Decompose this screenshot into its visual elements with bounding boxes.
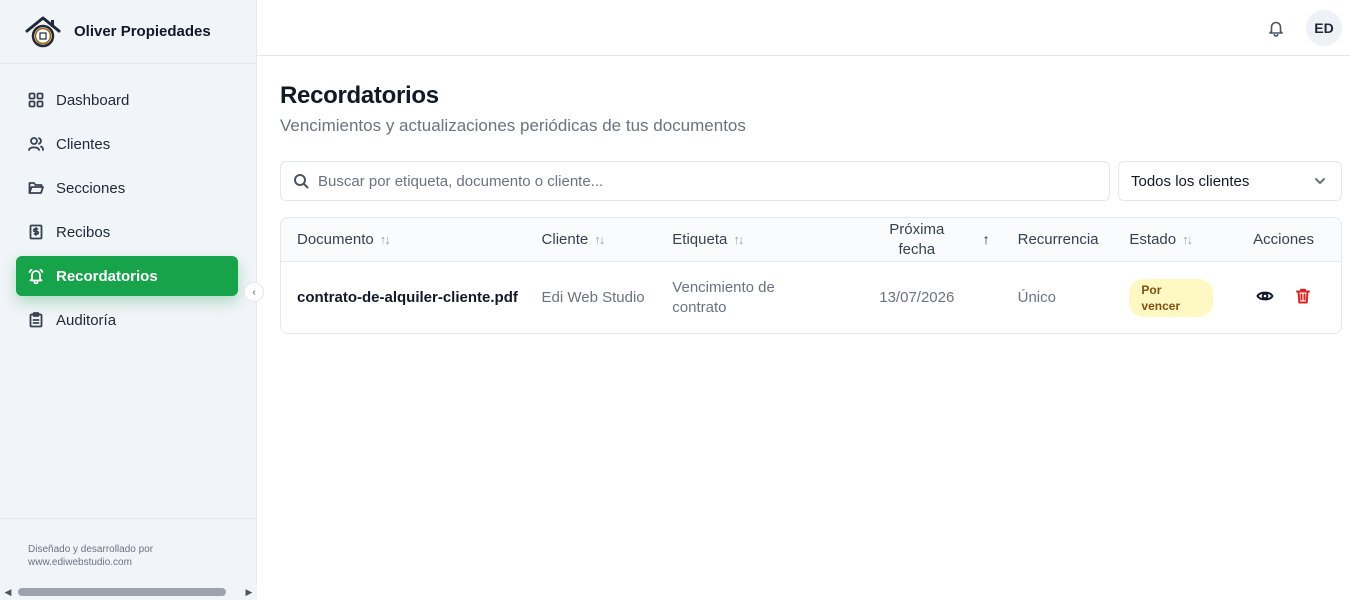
column-header-etiqueta[interactable]: Etiqueta ↑↓ — [656, 231, 832, 248]
chevron-left-icon: ‹ — [252, 286, 256, 298]
grid-icon — [28, 92, 44, 108]
clipboard-icon — [28, 312, 44, 328]
avatar[interactable]: ED — [1306, 10, 1342, 46]
eye-icon — [1256, 291, 1274, 300]
cell-documento[interactable]: contrato-de-alquiler-cliente.pdf — [281, 289, 526, 306]
client-filter-value: Todos los clientes — [1131, 172, 1250, 190]
sidebar: Oliver Propiedades Dashboard Clientes Se… — [0, 0, 257, 600]
sort-icon[interactable]: ↑↓ — [594, 232, 605, 247]
search-box[interactable] — [280, 161, 1110, 201]
column-label-line2: fecha — [898, 240, 936, 258]
scrollbar-track[interactable] — [16, 588, 241, 596]
status-badge: Por vencer — [1129, 278, 1214, 317]
brand[interactable]: Oliver Propiedades — [0, 0, 256, 64]
sidebar-item-label: Clientes — [56, 135, 111, 153]
main-content: Recordatorios Vencimientos y actualizaci… — [280, 56, 1342, 334]
table-header: Documento ↑↓ Cliente ↑↓ Etiqueta ↑↓ Próx… — [281, 218, 1341, 262]
cell-etiqueta: Vencimiento de contrato — [672, 278, 775, 316]
column-label: Etiqueta — [672, 231, 728, 248]
column-header-acciones: Acciones — [1226, 231, 1341, 248]
sidebar-footer: Diseñado y desarrollado por www.ediwebst… — [0, 518, 257, 584]
sidebar-item-label: Recordatorios — [56, 267, 158, 285]
sidebar-item-label: Recibos — [56, 223, 111, 241]
cell-cliente: Edi Web Studio — [541, 288, 645, 306]
column-label: Próxima fecha — [889, 220, 944, 260]
delete-button[interactable] — [1294, 287, 1312, 309]
search-input[interactable] — [318, 172, 1078, 190]
column-label-line1: Próxima — [889, 220, 945, 238]
sidebar-item-label: Secciones — [56, 179, 126, 197]
horizontal-scrollbar[interactable]: ◀ ▶ — [0, 584, 257, 600]
sidebar-item-clientes[interactable]: Clientes — [16, 124, 238, 164]
table-row[interactable]: contrato-de-alquiler-cliente.pdf Edi Web… — [281, 262, 1341, 333]
scroll-left-icon[interactable]: ◀ — [0, 587, 16, 598]
users-icon — [28, 136, 44, 152]
topbar: ED — [257, 0, 1350, 56]
sidebar-nav: Dashboard Clientes Secciones Recibos Rec… — [0, 64, 256, 340]
column-header-recurrencia: Recurrencia — [1002, 231, 1114, 248]
bell-icon — [28, 268, 44, 284]
cell-proxima-fecha: 13/07/2026 — [879, 289, 955, 306]
trash-icon — [1295, 288, 1310, 303]
sidebar-item-label: Dashboard — [56, 91, 130, 109]
column-header-cliente[interactable]: Cliente ↑↓ — [526, 231, 657, 248]
house-logo-icon — [24, 15, 62, 49]
notification-bell-icon[interactable] — [1267, 19, 1285, 37]
cell-recurrencia: Único — [1017, 288, 1056, 306]
column-label: Recurrencia — [1017, 231, 1099, 248]
column-header-estado[interactable]: Estado ↑↓ — [1113, 231, 1226, 248]
search-icon — [294, 174, 309, 189]
sort-ascending-icon[interactable]: ↑ — [983, 229, 990, 249]
sort-icon[interactable]: ↑↓ — [380, 232, 391, 247]
collapse-sidebar-button[interactable]: ‹ — [244, 282, 264, 302]
column-label: Documento — [297, 231, 374, 248]
column-label: Cliente — [541, 231, 589, 248]
brand-name: Oliver Propiedades — [74, 23, 211, 40]
chevron-down-icon — [1315, 178, 1325, 184]
scrollbar-thumb[interactable] — [18, 588, 226, 596]
sidebar-item-recibos[interactable]: Recibos — [16, 212, 238, 252]
receipt-icon — [28, 224, 44, 240]
view-button[interactable] — [1256, 287, 1274, 309]
cell-estado: Por vencer — [1113, 278, 1226, 317]
column-label: Acciones — [1253, 231, 1315, 248]
scroll-right-icon[interactable]: ▶ — [241, 587, 257, 598]
reminders-table: Documento ↑↓ Cliente ↑↓ Etiqueta ↑↓ Próx… — [280, 217, 1342, 334]
sort-icon[interactable]: ↑↓ — [1182, 232, 1193, 247]
sidebar-item-label: Auditoría — [56, 311, 117, 329]
filters-bar: Todos los clientes — [280, 161, 1342, 201]
footer-website-link[interactable]: www.ediwebstudio.com — [28, 556, 229, 569]
sort-icon[interactable]: ↑↓ — [733, 232, 744, 247]
footer-credit: Diseñado y desarrollado por — [28, 544, 154, 555]
sidebar-item-dashboard[interactable]: Dashboard — [16, 80, 238, 120]
folder-icon — [28, 180, 44, 196]
cell-acciones — [1226, 287, 1341, 309]
column-header-proxima-fecha[interactable]: Próxima fecha ↑ — [832, 220, 1002, 260]
client-filter-select[interactable]: Todos los clientes — [1118, 161, 1342, 201]
sidebar-item-secciones[interactable]: Secciones — [16, 168, 238, 208]
column-header-documento[interactable]: Documento ↑↓ — [281, 231, 526, 248]
column-label: Estado — [1129, 231, 1177, 248]
page-title: Recordatorios — [280, 82, 439, 109]
sidebar-item-recordatorios[interactable]: Recordatorios — [16, 256, 238, 296]
page-subtitle: Vencimientos y actualizaciones periódica… — [280, 116, 746, 135]
sidebar-item-auditoria[interactable]: Auditoría — [16, 300, 238, 340]
